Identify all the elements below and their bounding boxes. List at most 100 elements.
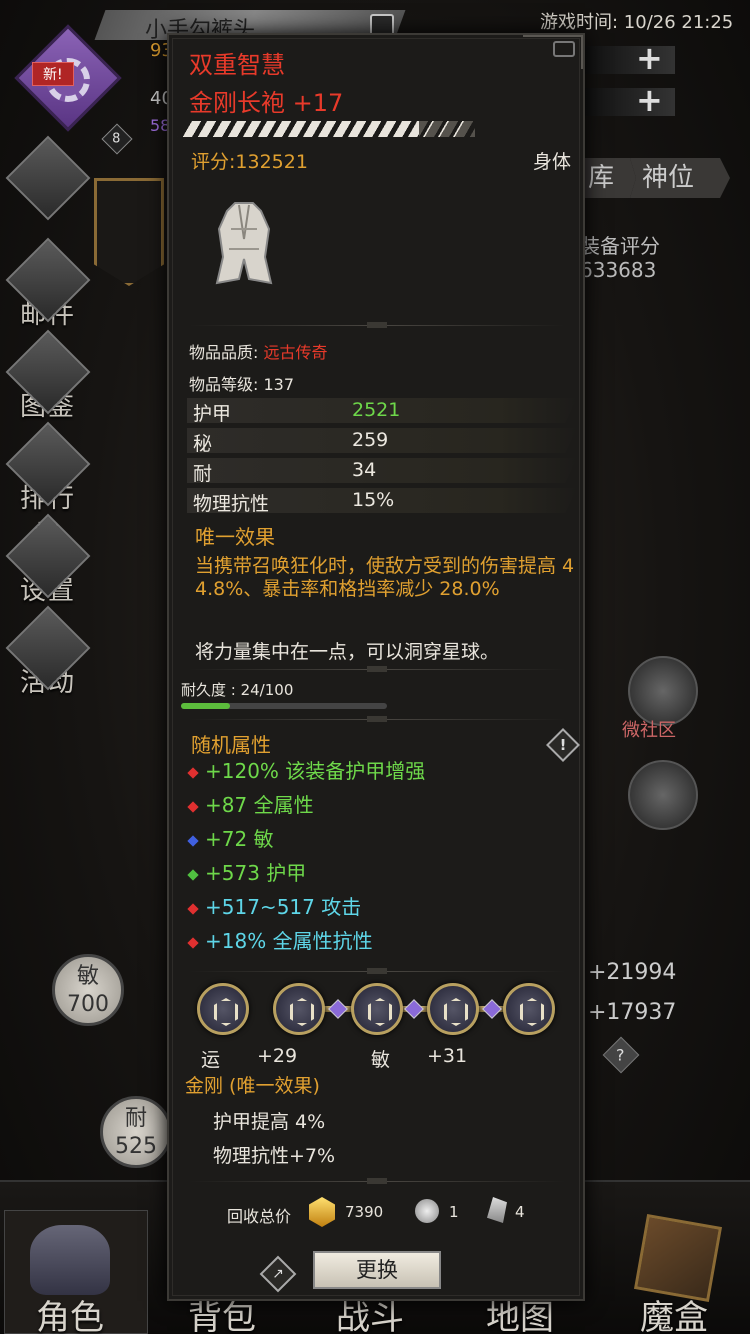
divider xyxy=(189,666,565,672)
tab-storage[interactable]: 库 xyxy=(576,158,636,198)
stat-row-phys-resist: 物理抗性 15% xyxy=(187,487,577,515)
chevron-down-icon xyxy=(5,135,91,221)
stat-circle-name: 耐 xyxy=(124,1106,147,1131)
material-shard-icon xyxy=(487,1197,507,1223)
stat-value: 34 xyxy=(352,459,377,481)
stat-name: 秘 xyxy=(193,433,213,455)
item-prefix: 双重智慧 xyxy=(189,51,285,79)
community-label[interactable]: 微社区 xyxy=(622,716,676,742)
bg-number-1: +21994 xyxy=(588,960,677,985)
set-bonus-line: 护甲提高 4% xyxy=(213,1111,326,1133)
stat-row-armor: 护甲 2521 xyxy=(187,397,577,425)
add-resource-1-button[interactable]: + xyxy=(636,42,663,74)
gem-socket-5-icon[interactable] xyxy=(503,983,555,1035)
menu-expand[interactable] xyxy=(5,135,91,221)
nav-role[interactable]: 角色 xyxy=(36,1290,104,1334)
wings-emblem-icon[interactable] xyxy=(628,760,698,830)
stat-value: 2521 xyxy=(352,399,401,421)
gem-label-agility: 敏 xyxy=(371,1049,391,1071)
random-attr-text: +87 全属性 xyxy=(205,793,314,817)
material-stone-icon xyxy=(415,1199,439,1223)
gem-socket-4-icon[interactable] xyxy=(427,983,479,1035)
random-attr-row: +120% 该装备护甲增强 xyxy=(187,755,426,784)
menu-settings[interactable]: 设置 xyxy=(5,513,91,607)
random-attr-text: +120% 该装备护甲增强 xyxy=(205,759,426,783)
help-icon[interactable]: ? xyxy=(602,1036,640,1074)
level-badge: 8 xyxy=(101,123,133,155)
replace-button[interactable]: 更换 xyxy=(313,1251,441,1289)
equip-score-value: 633683 xyxy=(580,258,657,282)
random-attr-row: +72 敏 xyxy=(187,823,274,852)
gem-socket-1-icon[interactable] xyxy=(197,983,249,1035)
durability-label: 耐久度 : 24/100 xyxy=(181,681,294,699)
helmet-icon xyxy=(30,1225,110,1295)
gem-socket-2-icon[interactable] xyxy=(273,983,325,1035)
recycle-gold-value: 7390 xyxy=(345,1203,384,1221)
game-time: 游戏时间: 10/26 21:25 xyxy=(540,12,734,33)
red-gem-icon xyxy=(187,766,199,779)
stat-value: 15% xyxy=(352,489,395,511)
divider xyxy=(189,322,565,328)
gem-socket-3-icon[interactable] xyxy=(351,983,403,1035)
recycle-label: 回收总价 xyxy=(227,1207,292,1226)
blue-gem-icon xyxy=(187,834,199,847)
item-slot: 身体 xyxy=(532,151,571,173)
set-effect-title: 金刚 (唯一效果) xyxy=(185,1075,320,1097)
magic-box-icon xyxy=(633,1213,723,1303)
quality-label: 物品品质: xyxy=(189,343,264,362)
share-icon[interactable]: ↗ xyxy=(259,1255,297,1293)
item-name: 金刚长袍 +17 xyxy=(189,89,344,117)
stat-circle-stamina: 耐 525 xyxy=(100,1096,172,1168)
random-attrs-title: 随机属性 xyxy=(191,733,271,757)
durability-bar xyxy=(181,703,387,709)
add-resource-2-button[interactable]: + xyxy=(636,84,663,116)
equip-score-label: 装备评分 xyxy=(580,234,660,258)
gem-label-value: +29 xyxy=(257,1045,298,1067)
flavor-text: 将力量集中在一点，可以洞穿星球。 xyxy=(195,641,500,663)
bg-number-2: +17937 xyxy=(588,1000,677,1025)
stat-circle-value: 700 xyxy=(67,992,109,1017)
recycle-mat1-value: 1 xyxy=(449,1203,459,1221)
stat-name: 耐 xyxy=(193,463,213,485)
gem-link-icon xyxy=(404,999,424,1019)
menu-events[interactable]: 活动 xyxy=(5,605,91,699)
item-level: 物品等级: 137 xyxy=(189,375,295,394)
random-attr-text: +18% 全属性抗性 xyxy=(205,929,373,953)
stat-value: 259 xyxy=(352,429,389,451)
divider xyxy=(189,968,565,974)
lock-icon[interactable] xyxy=(553,41,575,57)
menu-mail[interactable]: 邮件 xyxy=(5,237,91,331)
menu-codex[interactable]: 图鉴 xyxy=(5,329,91,423)
random-attr-text: +72 敏 xyxy=(205,827,274,851)
gem-link-icon xyxy=(328,999,348,1019)
stat-row-secret: 秘 259 xyxy=(187,427,577,455)
stat-row-stamina: 耐 34 xyxy=(187,457,577,485)
random-attr-text: +573 护甲 xyxy=(205,861,307,885)
tab-divine[interactable]: 神位 xyxy=(630,158,730,198)
gem-label-value: +31 xyxy=(427,1045,468,1067)
new-badge: 新! xyxy=(32,62,74,86)
recycle-mat2-value: 4 xyxy=(515,1203,525,1221)
avatar[interactable]: 新! 8 xyxy=(14,24,133,155)
random-attr-row: +18% 全属性抗性 xyxy=(187,925,373,954)
stat-name: 物理抗性 xyxy=(193,493,270,515)
info-warning-icon[interactable]: ! xyxy=(546,728,580,762)
enhance-progress-remaining xyxy=(419,121,475,137)
unique-effect-title: 唯一效果 xyxy=(195,525,275,549)
level-value: 8 xyxy=(112,131,121,147)
gem-link-icon xyxy=(482,999,502,1019)
durability-fill xyxy=(181,703,231,709)
nav-magic-box[interactable]: 魔盒 xyxy=(640,1290,708,1334)
item-score: 评分:132521 xyxy=(191,151,308,173)
unique-effect-desc: 当携带召唤狂化时，使敌方受到的伤害提高 44.8%、暴击率和格挡率减少 28.0… xyxy=(195,555,575,600)
divider xyxy=(189,1178,565,1184)
red-gem-icon xyxy=(187,800,199,813)
gem-label-luck: 运 xyxy=(201,1049,221,1071)
random-attr-row: +517~517 攻击 xyxy=(187,891,361,920)
item-tooltip: 双重智慧 金刚长袍 +17 评分:132521 身体 物品品质: 远古传奇 物品… xyxy=(167,33,585,1301)
red-gem-icon xyxy=(187,902,199,915)
stat-circle-agility: 敏 700 xyxy=(52,954,124,1026)
stat-circle-name: 敏 xyxy=(76,964,99,989)
banner xyxy=(94,178,164,286)
quality-value: 远古传奇 xyxy=(263,343,328,362)
